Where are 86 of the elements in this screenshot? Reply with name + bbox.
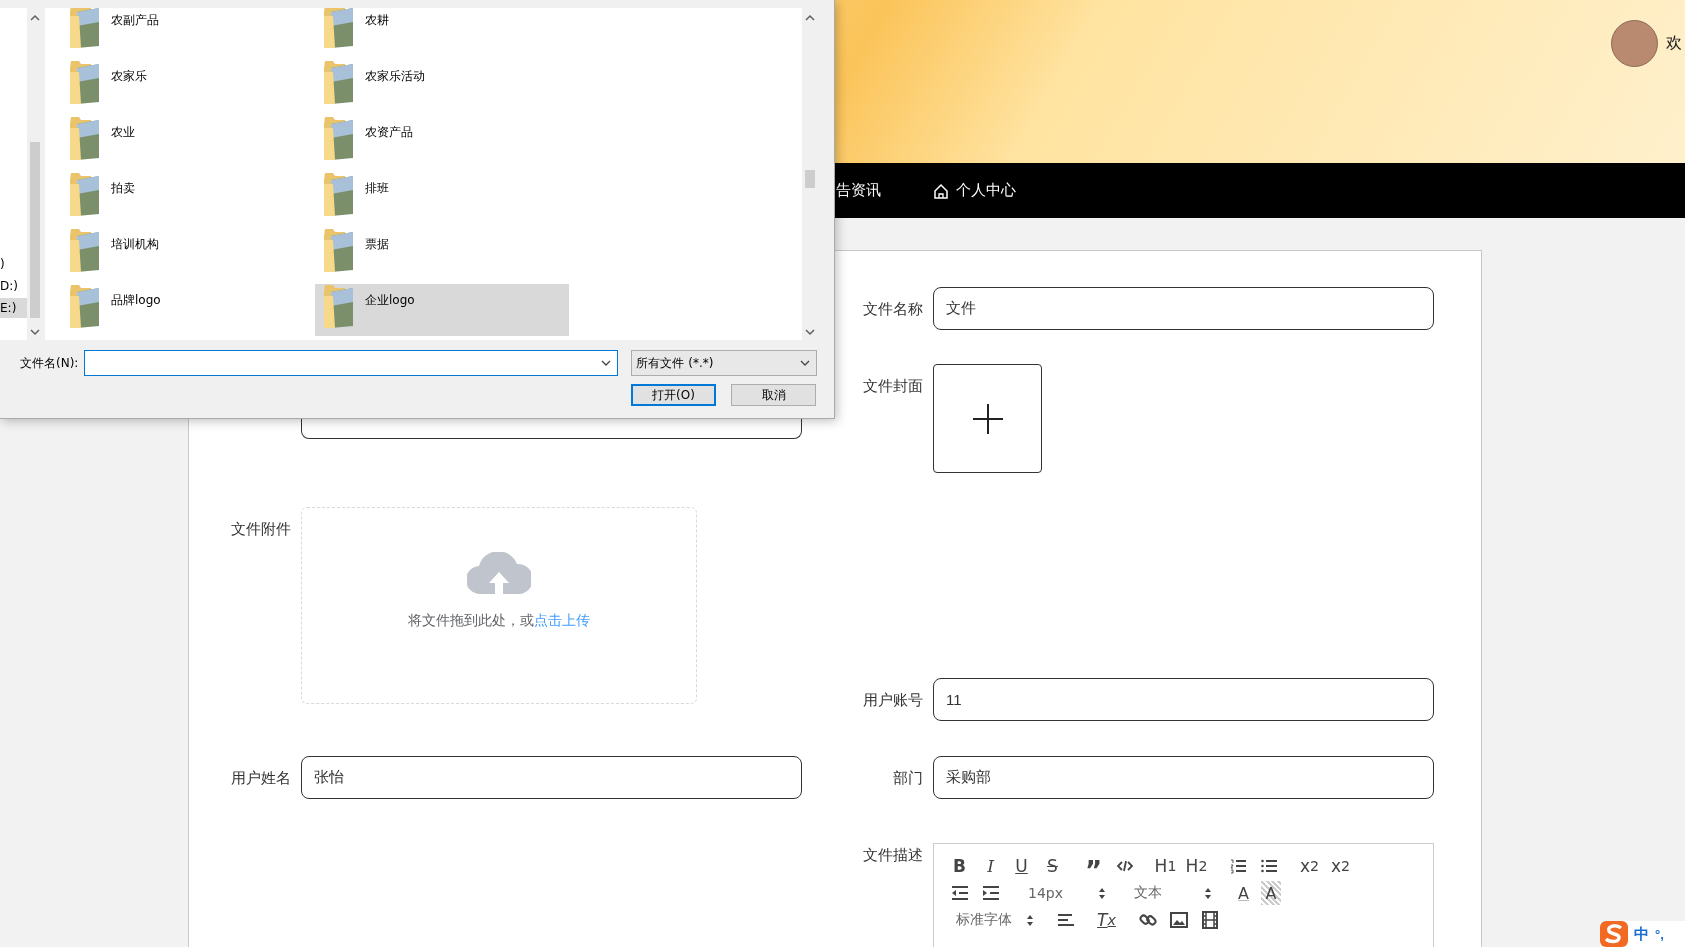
dropdown-icon: [601, 359, 612, 367]
scrollbar-thumb[interactable]: [30, 142, 40, 318]
filename-field[interactable]: [84, 350, 619, 376]
folder-item[interactable]: 农副产品: [61, 8, 315, 56]
field-label: 用户姓名: [230, 768, 292, 788]
open-button[interactable]: 打开(O): [631, 384, 716, 406]
plus-icon: [972, 403, 1003, 434]
toolbar-button[interactable]: S: [1039, 854, 1066, 878]
folder-item[interactable]: 农家乐活动: [315, 60, 569, 112]
indent-icon[interactable]: [981, 884, 1000, 902]
toolbar-select[interactable]: 14px: [1018, 881, 1110, 905]
cloud-upload-icon: [467, 552, 531, 596]
folder-item[interactable]: 农资产品: [315, 116, 569, 168]
folder-item[interactable]: 农耕: [315, 8, 569, 56]
text-field[interactable]: 张怡: [301, 756, 802, 799]
link-icon[interactable]: [1138, 911, 1157, 929]
field-label: 文件描述: [862, 845, 924, 865]
folder-icon: [69, 60, 101, 106]
toolbar-button[interactable]: A: [1261, 881, 1281, 905]
text-field[interactable]: 文件: [933, 287, 1434, 330]
toolbar-select[interactable]: 标准字体: [946, 908, 1038, 932]
nav-link[interactable]: 个人中心: [933, 181, 1016, 200]
chevron-up-icon[interactable]: [30, 14, 40, 22]
field-label: 文件封面: [862, 376, 924, 396]
align-left-icon[interactable]: [1056, 911, 1075, 929]
toolbar-select[interactable]: 文本: [1124, 881, 1216, 905]
chevron-down-icon[interactable]: [805, 328, 815, 336]
video-icon[interactable]: [1200, 911, 1219, 929]
folder-item[interactable]: 拍卖: [61, 172, 315, 224]
dropdown-icon: [800, 359, 811, 367]
updown-icon: [1098, 886, 1106, 900]
scrollbar-thumb[interactable]: [805, 170, 815, 188]
folder-icon: [323, 116, 355, 162]
toolbar-button[interactable]: I: [977, 854, 1004, 878]
folder-icon: [323, 8, 355, 50]
folder-item[interactable]: 票据: [315, 228, 569, 280]
field-label: 用户账号: [862, 690, 924, 710]
folder-item[interactable]: 培训机构: [61, 228, 315, 280]
punctuation-mode-text[interactable]: °,: [1655, 926, 1664, 942]
folder-icon: [323, 172, 355, 218]
text-field[interactable]: 采购部: [933, 756, 1434, 799]
chevron-up-icon[interactable]: [805, 14, 815, 22]
folder-item[interactable]: 农业: [61, 116, 315, 168]
toolbar-button[interactable]: U: [1008, 854, 1035, 878]
input-mode-text[interactable]: 中: [1634, 924, 1649, 944]
toolbar-button[interactable]: ”: [1080, 854, 1107, 878]
nav-link[interactable]: 告资讯: [836, 181, 881, 200]
field-label: 文件附件: [230, 519, 292, 539]
chevron-down-icon[interactable]: [30, 328, 40, 336]
toolbar-button[interactable]: B: [946, 854, 973, 878]
folder-icon: [69, 228, 101, 274]
input-method-logo[interactable]: [1600, 921, 1628, 947]
cover-upload[interactable]: [933, 364, 1042, 473]
text-field[interactable]: 11: [933, 678, 1434, 721]
folder-icon: [323, 284, 355, 330]
field-label: 文件名称: [862, 299, 924, 319]
folder-item[interactable]: 农家乐: [61, 60, 315, 112]
updown-icon: [1026, 913, 1034, 927]
field-label: 文件名(N):: [20, 354, 79, 372]
numbered-list-icon[interactable]: [1228, 857, 1247, 875]
text-field[interactable]: [301, 419, 802, 439]
cancel-button[interactable]: 取消: [731, 384, 816, 406]
image-icon[interactable]: [1169, 911, 1188, 929]
upload-dropzone[interactable]: 将文件拖到此处，或点击上传: [301, 507, 697, 704]
updown-icon: [1204, 886, 1212, 900]
folder-icon: [69, 284, 101, 330]
folder-icon: [323, 228, 355, 274]
outdent-icon[interactable]: [950, 884, 969, 902]
avatar[interactable]: [1611, 20, 1658, 67]
drive-item[interactable]: ): [0, 254, 27, 274]
folder-icon: [69, 116, 101, 162]
toolbar-button[interactable]: A: [1230, 881, 1257, 905]
folder-item[interactable]: 企业logo: [315, 284, 569, 336]
drive-item[interactable]: D:): [0, 276, 27, 296]
folder-icon: [69, 8, 101, 50]
folder-item[interactable]: 排班: [315, 172, 569, 224]
welcome-text: 欢: [1666, 33, 1683, 53]
folder-icon: [323, 60, 355, 106]
folder-item[interactable]: 品牌logo: [61, 284, 315, 336]
home-icon: [933, 182, 949, 199]
drive-item[interactable]: E:): [0, 298, 27, 318]
field-label: 部门: [892, 768, 924, 788]
upload-hint: 将文件拖到此处，或点击上传: [408, 612, 590, 630]
folder-icon: [69, 172, 101, 218]
bullet-list-icon[interactable]: [1259, 857, 1278, 875]
file-type-dropdown[interactable]: 所有文件 (*.*): [631, 350, 818, 376]
